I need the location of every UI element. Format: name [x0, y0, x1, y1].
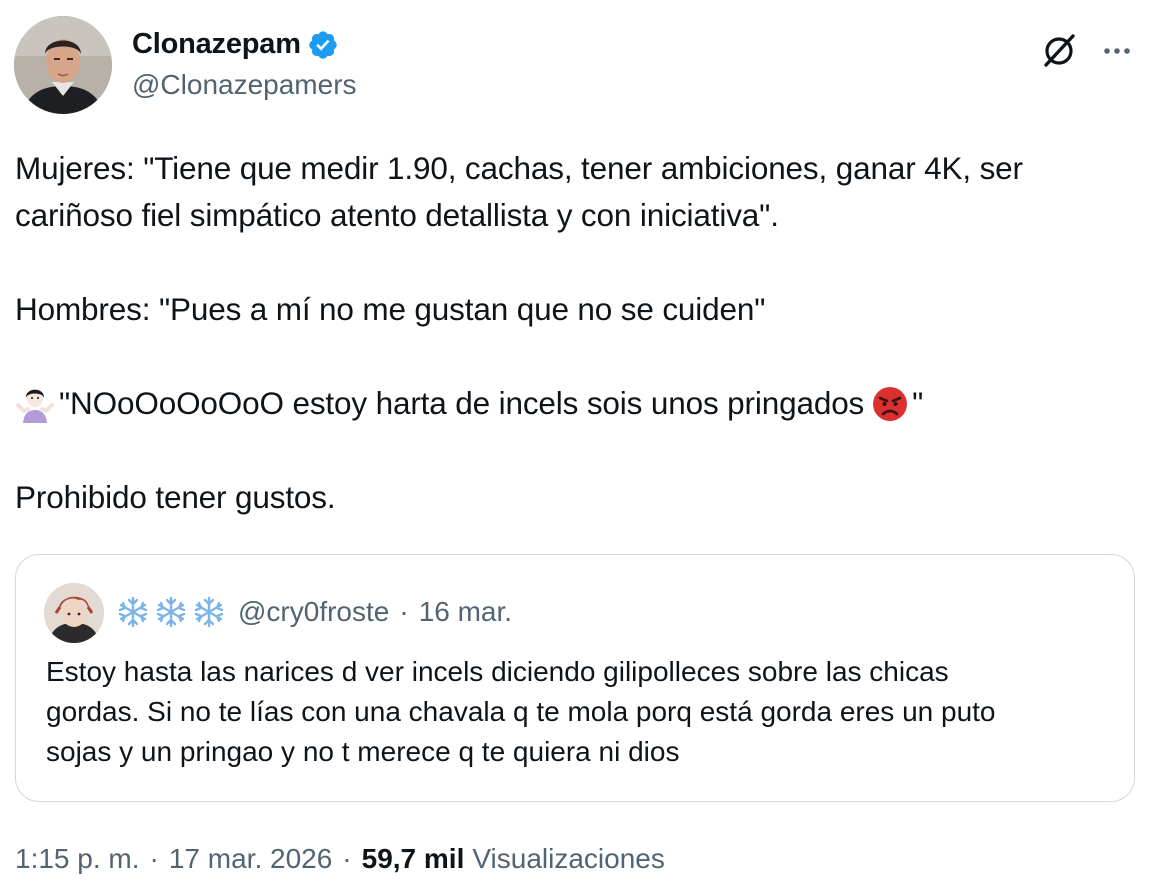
quoted-tweet-text: Estoy hasta las narices d ver incels dic…: [46, 652, 1116, 772]
more-icon[interactable]: [1096, 30, 1138, 72]
quoted-display-name[interactable]: [116, 595, 226, 629]
quoted-line: Estoy hasta las narices d ver incels dic…: [46, 656, 949, 687]
author-handle[interactable]: @Clonazepamers: [132, 69, 357, 101]
author-avatar[interactable]: [14, 16, 112, 114]
quoted-line: gordas. Si no te lías con una chavala q …: [46, 696, 996, 727]
views-label: Visualizaciones: [472, 843, 665, 874]
tweet-spacer: [15, 239, 1143, 286]
tweet-time[interactable]: 1:15 p. m.: [15, 843, 140, 875]
tweet-date[interactable]: 17 mar. 2026: [169, 843, 332, 875]
tweet-header: Clonazepam @Clonazepamers: [14, 16, 1140, 116]
tweet-spacer: [15, 427, 1143, 474]
snowflake-icon: [118, 596, 148, 628]
verified-badge-icon: [309, 30, 337, 59]
quoted-meta: @cry0froste · 16 mar.: [116, 595, 512, 629]
footer-separator: ·: [149, 843, 159, 874]
angry-face-emoji: [873, 387, 908, 421]
tweet-line: cariñoso fiel simpático atento detallist…: [15, 197, 779, 233]
quoted-line: sojas y un pringao y no t merece q te qu…: [46, 736, 680, 767]
grok-icon[interactable]: [1038, 30, 1080, 72]
author-name-text[interactable]: Clonazepam: [132, 28, 301, 61]
tweet-line: Hombres: "Pues a mí no me gustan que no …: [15, 291, 766, 327]
tweet-line-text: "NOoOoOoOoO estoy harta de incels sois u…: [59, 385, 865, 421]
quoted-handle[interactable]: @cry0froste: [238, 596, 389, 628]
tweet-line: Prohibido tener gustos.: [15, 479, 336, 515]
tweet-footer: 1:15 p. m. · 17 mar. 2026 · 59,7 mil Vis…: [15, 843, 665, 875]
woman-shrugging-emoji: [16, 389, 54, 423]
quoted-author-avatar[interactable]: [44, 583, 104, 643]
snowflake-icon: [156, 596, 186, 628]
snowflake-icon: [194, 596, 224, 628]
tweet-line-quote: ": [912, 385, 924, 421]
tweet-spacer: [15, 333, 1143, 380]
footer-separator: ·: [342, 843, 352, 874]
quoted-tweet-card[interactable]: @cry0froste · 16 mar. Estoy hasta las na…: [15, 554, 1135, 802]
quoted-separator: ·: [399, 596, 409, 627]
views-count[interactable]: 59,7 mil: [362, 843, 465, 875]
tweet-line: "NOoOoOoOoO estoy harta de incels sois u…: [15, 380, 1143, 427]
quoted-date[interactable]: 16 mar.: [419, 596, 512, 628]
tweet-text: Mujeres: "Tiene que medir 1.90, cachas, …: [15, 145, 1143, 521]
author-name[interactable]: Clonazepam: [132, 28, 339, 61]
tweet-line: Mujeres: "Tiene que medir 1.90, cachas, …: [15, 150, 1023, 186]
